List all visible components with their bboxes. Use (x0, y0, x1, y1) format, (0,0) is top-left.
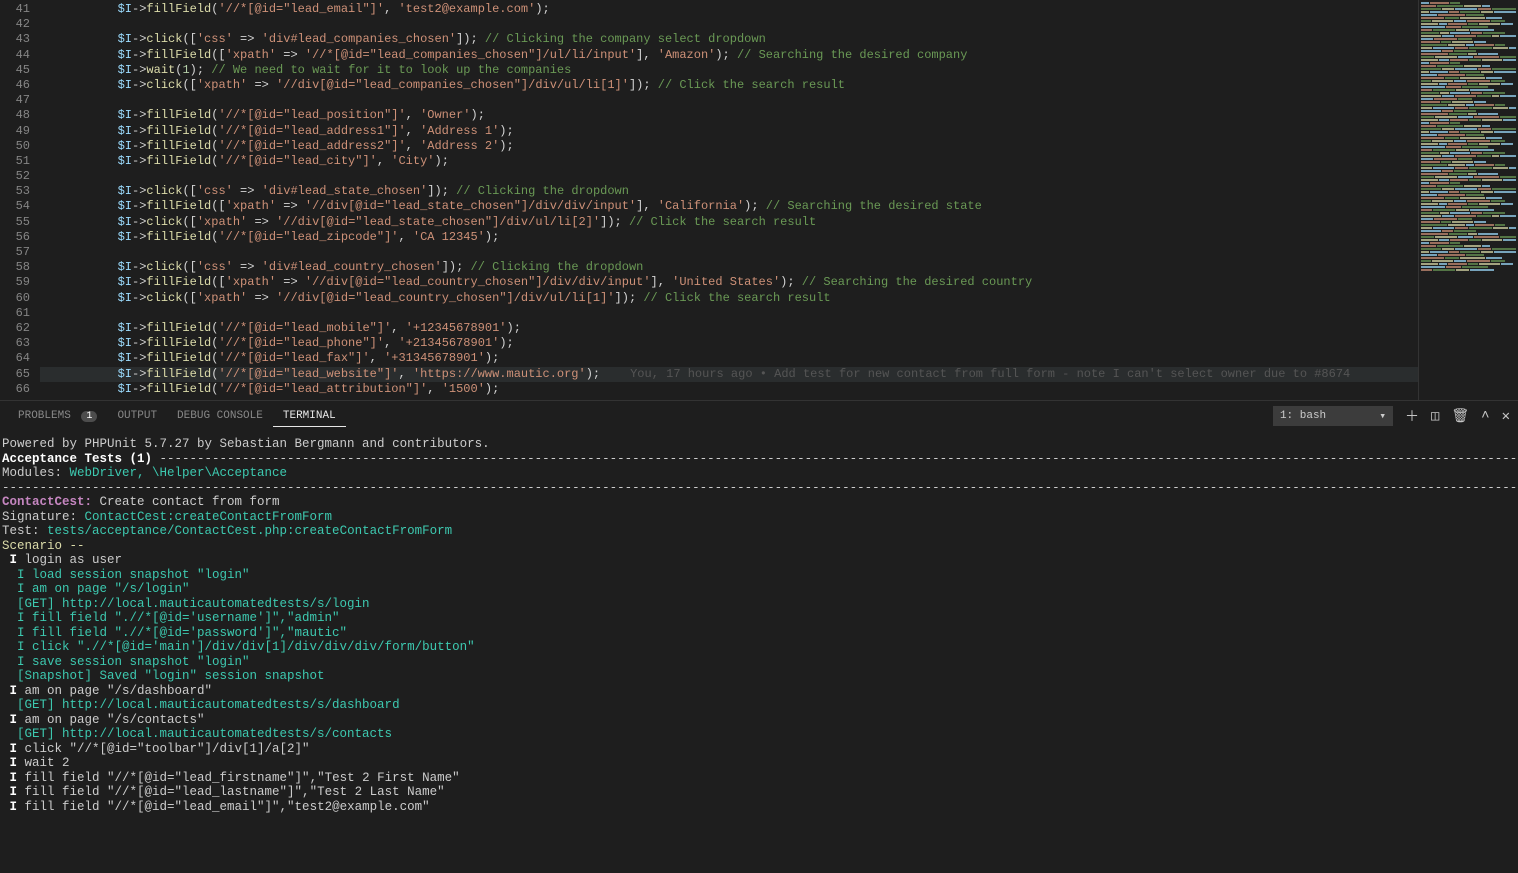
code-line[interactable]: $I->click(['xpath' => '//div[@id="lead_c… (40, 78, 1418, 93)
minimap[interactable] (1418, 0, 1518, 400)
code-editor[interactable]: $I->fillField('//*[@id="lead_email"]', '… (40, 0, 1418, 400)
code-line[interactable]: $I->fillField('//*[@id="lead_position"]'… (40, 108, 1418, 123)
gitlens-annotation: You, 17 hours ago • Add test for new con… (630, 367, 1350, 381)
code-line[interactable]: $I->fillField(['xpath' => '//*[@id="lead… (40, 48, 1418, 63)
code-line[interactable]: $I->click(['xpath' => '//div[@id="lead_c… (40, 291, 1418, 306)
code-line[interactable]: $I->fillField('//*[@id="lead_zipcode"]',… (40, 230, 1418, 245)
code-line[interactable] (40, 169, 1418, 184)
line-number-gutter: 4142434445464748495051525354555657585960… (0, 0, 40, 400)
bottom-panel: PROBLEMS 1 OUTPUT DEBUG CONSOLE TERMINAL… (0, 400, 1518, 873)
code-line[interactable]: $I->fillField(['xpath' => '//div[@id="le… (40, 199, 1418, 214)
code-line[interactable]: $I->fillField('//*[@id="lead_mobile"]', … (40, 321, 1418, 336)
code-line[interactable]: $I->fillField('//*[@id="lead_city"]', 'C… (40, 154, 1418, 169)
tab-terminal[interactable]: TERMINAL (273, 406, 346, 427)
terminal-output[interactable]: Powered by PHPUnit 5.7.27 by Sebastian B… (0, 431, 1518, 873)
kill-terminal-icon[interactable]: 🗑 (1451, 408, 1469, 425)
tab-debug-console[interactable]: DEBUG CONSOLE (167, 406, 273, 426)
code-line[interactable]: $I->fillField(['xpath' => '//div[@id="le… (40, 275, 1418, 290)
tab-problems-label: PROBLEMS (18, 410, 71, 422)
tab-output[interactable]: OUTPUT (107, 406, 167, 426)
code-line[interactable] (40, 93, 1418, 108)
maximize-panel-icon[interactable]: ˄ (1481, 408, 1489, 424)
panel-tabs: PROBLEMS 1 OUTPUT DEBUG CONSOLE TERMINAL… (0, 401, 1518, 431)
code-line[interactable]: $I->fillField('//*[@id="lead_phone"]', '… (40, 336, 1418, 351)
code-line[interactable] (40, 306, 1418, 321)
editor-area: 4142434445464748495051525354555657585960… (0, 0, 1518, 400)
code-line[interactable]: $I->fillField('//*[@id="lead_email"]', '… (40, 2, 1418, 17)
code-line[interactable] (40, 17, 1418, 32)
close-panel-icon[interactable]: ✕ (1502, 408, 1510, 425)
problems-badge: 1 (81, 411, 97, 422)
code-line[interactable]: $I->fillField('//*[@id="lead_address2"]'… (40, 139, 1418, 154)
code-line[interactable]: $I->fillField('//*[@id="lead_website"]',… (40, 367, 1418, 382)
terminal-selector[interactable]: 1: bash ▾ (1273, 406, 1393, 426)
code-line[interactable]: $I->wait(1); // We need to wait for it t… (40, 63, 1418, 78)
new-terminal-icon[interactable]: ＋ (1405, 406, 1419, 426)
code-line[interactable]: $I->fillField('//*[@id="lead_fax"]', '+3… (40, 351, 1418, 366)
code-line[interactable] (40, 245, 1418, 260)
code-line[interactable]: $I->click(['xpath' => '//div[@id="lead_s… (40, 215, 1418, 230)
terminal-selector-label: 1: bash (1280, 410, 1326, 422)
code-line[interactable]: $I->click(['css' => 'div#lead_country_ch… (40, 260, 1418, 275)
code-line[interactable]: $I->click(['css' => 'div#lead_state_chos… (40, 184, 1418, 199)
split-terminal-icon[interactable]: ◫ (1431, 408, 1439, 425)
code-line[interactable]: $I->fillField('//*[@id="lead_attribution… (40, 382, 1418, 397)
chevron-down-icon: ▾ (1379, 409, 1386, 423)
tab-problems[interactable]: PROBLEMS 1 (8, 406, 107, 426)
code-line[interactable]: $I->click(['css' => 'div#lead_companies_… (40, 32, 1418, 47)
code-line[interactable]: $I->fillField('//*[@id="lead_address1"]'… (40, 124, 1418, 139)
